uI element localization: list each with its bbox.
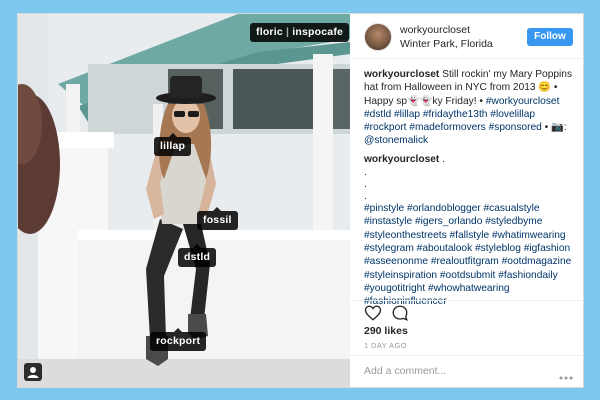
divider <box>351 355 583 356</box>
comments-list: workyourcloset Still rockin' my Mary Pop… <box>364 68 576 313</box>
divider <box>351 300 583 301</box>
avatar[interactable] <box>364 23 392 51</box>
post-timestamp: 1 DAY AGO <box>364 341 407 350</box>
comment-dot: . <box>364 179 367 191</box>
comment-text: . <box>442 153 445 165</box>
person-icon[interactable] <box>24 363 42 381</box>
likes-count[interactable]: 290 likes <box>364 325 408 337</box>
post-side-panel: workyourcloset Winter Park, Florida Foll… <box>351 14 583 387</box>
comment: workyourcloset . . . . #pinstyle #orland… <box>364 153 576 309</box>
follow-button[interactable]: Follow <box>527 28 573 46</box>
photo-tag[interactable]: rockport <box>150 328 207 351</box>
photo-tag[interactable]: dstld <box>178 244 217 267</box>
caption: workyourcloset Still rockin' my Mary Pop… <box>364 68 576 148</box>
comment-username[interactable]: workyourcloset <box>364 154 439 165</box>
header-username[interactable]: workyourcloset <box>400 24 470 36</box>
caption-mention[interactable]: @stonemalick <box>364 135 428 146</box>
post-card: floric | inspocafe lillap fossil dstld r… <box>17 13 584 388</box>
caption-tail: • 📷: <box>544 122 567 134</box>
more-options-icon[interactable] <box>559 367 573 385</box>
add-comment-input[interactable]: Add a comment... <box>364 365 446 377</box>
photo-tag[interactable]: floric | inspocafe <box>250 23 350 42</box>
tag-label: floric <box>256 26 283 38</box>
comment-dot: . <box>364 167 367 179</box>
tag-label: inspocafe <box>292 26 344 38</box>
comment-dot: . <box>364 191 367 203</box>
comment-hashtags[interactable]: #pinstyle #orlandoblogger #casualstyle #… <box>364 203 571 307</box>
comment-icon[interactable] <box>391 304 409 327</box>
person-glyph <box>27 367 39 378</box>
post-photo[interactable]: floric | inspocafe lillap fossil dstld r… <box>18 14 350 387</box>
heart-icon[interactable] <box>364 304 382 327</box>
header-location[interactable]: Winter Park, Florida <box>400 38 493 50</box>
photo-tag[interactable]: lillap <box>154 133 192 156</box>
caption-username[interactable]: workyourcloset <box>364 69 439 80</box>
photo-tag[interactable]: fossil <box>197 207 238 230</box>
post-header: workyourcloset Winter Park, Florida Foll… <box>351 14 583 59</box>
